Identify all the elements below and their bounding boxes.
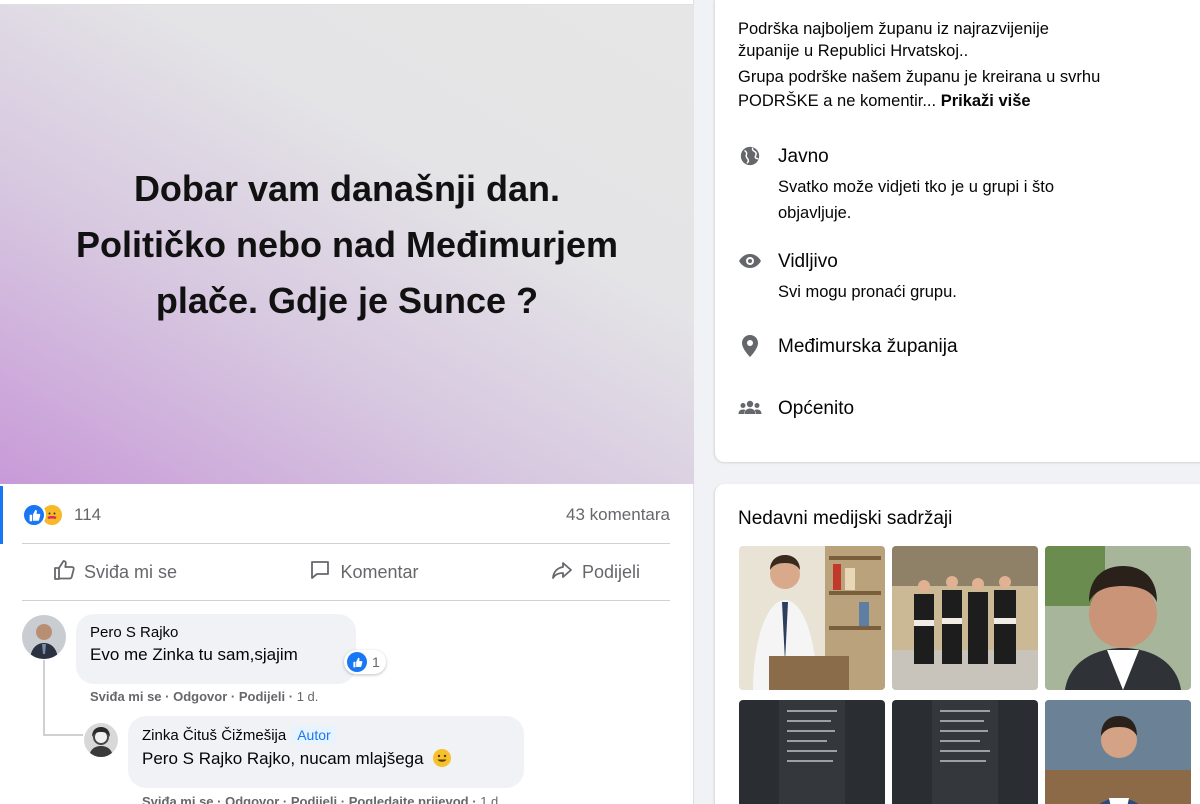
comment-reaction-count: 1 (372, 654, 380, 670)
media-thumbnail[interactable] (739, 700, 885, 804)
info-title[interactable]: Međimurska županija (778, 334, 958, 360)
comment-share-link[interactable]: Podijeli (291, 794, 337, 804)
media-thumbnail[interactable] (892, 546, 1038, 690)
comment-text: Evo me Zinka tu sam,sjajim (90, 645, 298, 664)
comment-share-link[interactable]: Podijeli (239, 689, 285, 704)
divider (22, 543, 670, 544)
reactions-summary[interactable]: 114 (22, 503, 101, 527)
description-line: Grupa podrške našem županu je kreirana u… (738, 64, 1200, 90)
info-title: Općenito (778, 398, 855, 419)
comment-like-link[interactable]: Sviđa mi se (142, 794, 214, 804)
author-badge: Autor (292, 726, 336, 744)
like-reaction-icon (22, 503, 46, 527)
avatar[interactable] (84, 723, 118, 757)
share-button[interactable]: Podijeli (550, 558, 640, 587)
media-thumbnail[interactable] (1045, 700, 1191, 804)
comment-bubble: Zinka Čituš Čižmešija Autor Pero S Rajko… (128, 716, 524, 788)
info-title: Javno (778, 146, 829, 167)
info-public: Javno Svatko može vidjeti tko je u grupi… (738, 144, 1200, 226)
recent-media-card: Nedavni medijski sadržaji (714, 484, 1200, 804)
comment-reply-link[interactable]: Odgovor (173, 689, 227, 704)
like-button[interactable]: Sviđa mi se (52, 558, 177, 587)
media-thumbnail[interactable] (739, 546, 885, 690)
eye-icon (738, 249, 762, 273)
thread-line (43, 660, 45, 736)
comment-label: Komentar (340, 561, 419, 582)
comment-bubble: Pero S Rajko Evo me Zinka tu sam,sjajim (76, 614, 356, 684)
info-subtitle: Svi mogu pronaći grupu. (778, 283, 957, 301)
media-title: Nedavni medijski sadržaji (738, 508, 953, 529)
focus-accent-bar (0, 486, 3, 544)
info-subtitle: Svatko može vidjeti tko je u grupi i što… (778, 174, 1054, 226)
info-title: Vidljivo (778, 251, 838, 272)
group-icon (738, 396, 762, 420)
comment-author[interactable]: Pero S Rajko (90, 624, 342, 641)
share-label: Podijeli (581, 561, 640, 582)
like-reaction-icon (347, 652, 367, 672)
location-pin-icon (738, 334, 762, 358)
thumbs-up-icon (52, 558, 76, 587)
description-text: Grupa podrške našem županu je kreirana u… (738, 68, 1101, 86)
post-image-text: Dobar vam današnji dan. Političko nebo n… (75, 167, 619, 321)
info-text: Vidljivo Svi mogu pronaći grupu. (778, 249, 957, 305)
comment-button[interactable]: Komentar (308, 558, 419, 587)
media-thumbnail[interactable] (1045, 546, 1191, 690)
post-image[interactable]: Dobar vam današnji dan. Političko nebo n… (0, 4, 694, 484)
description-text: PODRŠKE a ne komentir... (738, 92, 937, 110)
reactions-row: 114 43 komentara (22, 498, 670, 532)
reactions-count: 114 (74, 505, 102, 524)
comment-reactions[interactable]: 1 (344, 650, 386, 674)
show-more-link[interactable]: Prikaži više (941, 92, 1031, 110)
share-icon (550, 558, 574, 587)
like-label: Sviđa mi se (84, 561, 178, 582)
comment-like-link[interactable]: Sviđa mi se (90, 689, 162, 704)
info-subtitle-line: objavljuje. (778, 204, 852, 222)
view-translation-link[interactable]: Pogledajte prijevod (349, 794, 469, 804)
thread-line (43, 734, 83, 736)
post-actions: Sviđa mi se Komentar Podijeli (22, 548, 670, 596)
description-line: PODRŠKE a ne komentir... Prikaži više (738, 88, 1200, 114)
avatar[interactable] (22, 615, 66, 659)
comment-author-row: Zinka Čituš Čižmešija Autor (142, 726, 510, 744)
info-subtitle-line: Svatko može vidjeti tko je u grupi i što (778, 178, 1055, 196)
comments-count-link[interactable]: 43 komentara (566, 505, 670, 525)
comment-author[interactable]: Zinka Čituš Čižmešija (142, 727, 286, 744)
comment-text-content: Pero S Rajko Rajko, nucam mlajšega (142, 749, 424, 768)
info-category: Općenito (738, 396, 1200, 422)
info-text: Javno Svatko može vidjeti tko je u grupi… (778, 144, 1054, 226)
comment-icon (308, 558, 332, 587)
comment-meta: Sviđa mi se · Odgovor · Podijeli · Pogle… (142, 794, 502, 804)
comment-time[interactable]: 1 d. (480, 794, 502, 804)
info-visible: Vidljivo Svi mogu pronaći grupu. (738, 249, 1200, 305)
info-location: Međimurska županija (738, 334, 1200, 360)
divider (22, 600, 670, 601)
comment-meta: Sviđa mi se · Odgovor · Podijeli · 1 d. (90, 689, 319, 704)
comment-time[interactable]: 1 d. (297, 689, 319, 704)
smile-emoji-icon (432, 748, 452, 773)
comment-text: Pero S Rajko Rajko, nucam mlajšega (142, 748, 510, 773)
comment-reply-link[interactable]: Odgovor (225, 794, 279, 804)
globe-icon (738, 144, 762, 168)
media-thumbnail[interactable] (892, 700, 1038, 804)
group-about-card: Podrška najboljem županu iz najrazvijeni… (714, 0, 1200, 462)
post-card: Dobar vam današnji dan. Političko nebo n… (0, 0, 694, 804)
group-description: Podrška najboljem županu iz najrazvijeni… (738, 16, 1200, 114)
